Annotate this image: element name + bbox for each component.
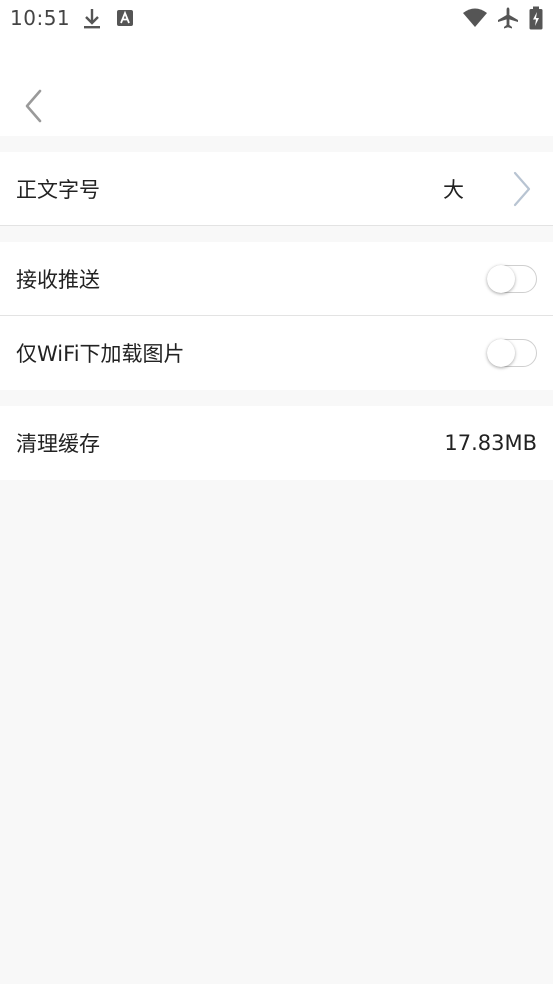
battery-charging-icon (529, 6, 543, 30)
font-size-label: 正文字号 (16, 177, 100, 202)
wifi-images-toggle[interactable] (487, 339, 537, 367)
nav-bar (0, 38, 553, 136)
font-size-value: 大 (443, 177, 464, 202)
status-time: 10:51 (10, 6, 71, 30)
push-label: 接收推送 (16, 267, 100, 292)
settings-group-storage: 清理缓存 17.83MB (0, 406, 553, 480)
chevron-right-icon (513, 171, 531, 206)
airplane-mode-icon (498, 7, 518, 29)
push-toggle[interactable] (487, 264, 537, 293)
a-notification-icon (117, 10, 133, 26)
clear-cache-label: 清理缓存 (16, 432, 100, 456)
download-icon (84, 9, 100, 29)
settings-group-notifications: 接收推送 仅WiFi下加载图片 (0, 242, 553, 390)
font-size-row[interactable]: 正文字号 大 (0, 152, 553, 226)
push-toggle-knob (487, 264, 515, 293)
chevron-left-icon (25, 89, 42, 123)
cache-size-value: 17.83MB (444, 431, 537, 455)
clear-cache-row[interactable]: 清理缓存 17.83MB (0, 406, 553, 480)
status-bar: 10:51 (0, 0, 553, 38)
wifi-images-toggle-knob (487, 339, 515, 367)
wifi-images-label: 仅WiFi下加载图片 (16, 342, 185, 366)
back-button[interactable] (14, 82, 54, 130)
wifi-images-row: 仅WiFi下加载图片 (0, 316, 553, 390)
push-row: 接收推送 (0, 242, 553, 316)
settings-group-display: 正文字号 大 (0, 152, 553, 226)
wifi-icon (463, 8, 487, 27)
